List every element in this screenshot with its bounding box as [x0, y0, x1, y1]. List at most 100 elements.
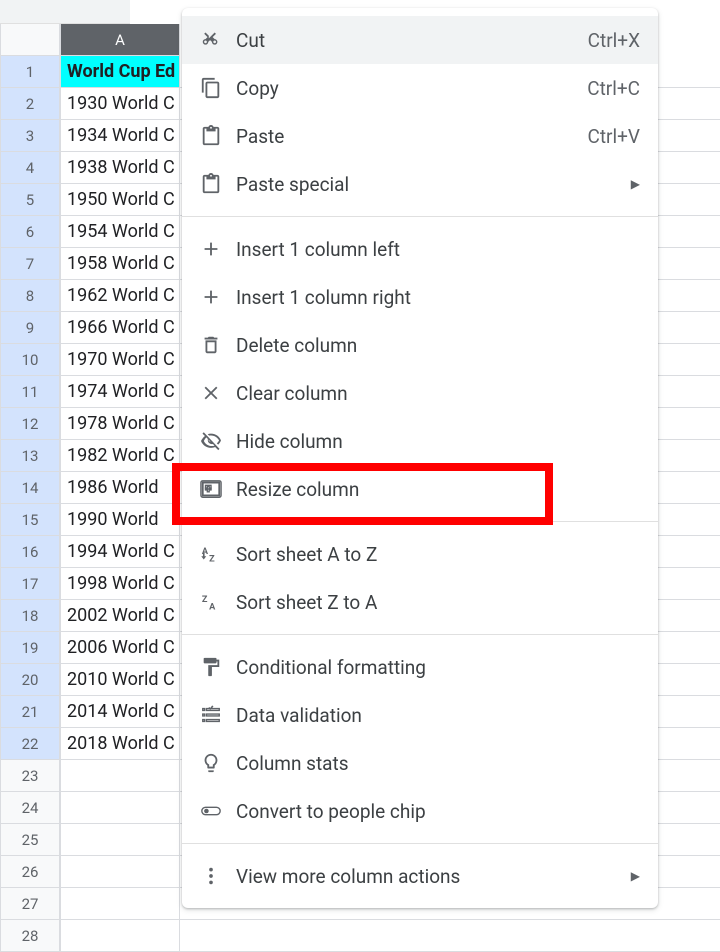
row-header[interactable]: 17 — [0, 568, 60, 600]
svg-text:Z: Z — [209, 554, 215, 564]
x-icon — [200, 381, 236, 405]
cell[interactable]: 1998 World C — [60, 568, 180, 600]
row-header[interactable]: 20 — [0, 664, 60, 696]
cell[interactable]: 1954 World C — [60, 216, 180, 248]
menu-label: Resize column — [236, 478, 640, 501]
row-header[interactable]: 19 — [0, 632, 60, 664]
cell[interactable] — [60, 824, 180, 856]
context-menu: Cut Ctrl+X Copy Ctrl+C Paste Ctrl+V Past… — [182, 8, 658, 908]
row-header[interactable]: 27 — [0, 888, 60, 920]
menu-label: Paste special — [236, 173, 631, 196]
row-header[interactable]: 11 — [0, 376, 60, 408]
cell[interactable]: 1974 World C — [60, 376, 180, 408]
row-header[interactable]: 22 — [0, 728, 60, 760]
cell[interactable]: 1934 World C — [60, 120, 180, 152]
menu-label: Clear column — [236, 382, 640, 405]
menu-paste[interactable]: Paste Ctrl+V — [182, 112, 658, 160]
cell[interactable]: 1962 World C — [60, 280, 180, 312]
menu-paste-special[interactable]: Paste special ▶ — [182, 160, 658, 208]
row-header[interactable]: 2 — [0, 88, 60, 120]
select-all-corner[interactable] — [0, 24, 60, 56]
menu-label: Sort sheet A to Z — [236, 543, 640, 566]
menu-clear-col[interactable]: Clear column — [182, 369, 658, 417]
menu-data-validation[interactable]: Data validation — [182, 691, 658, 739]
row-header[interactable]: 15 — [0, 504, 60, 536]
menu-copy[interactable]: Copy Ctrl+C — [182, 64, 658, 112]
cell[interactable]: 2014 World C — [60, 696, 180, 728]
row-header[interactable]: 7 — [0, 248, 60, 280]
separator — [182, 634, 658, 635]
cell[interactable] — [60, 760, 180, 792]
row-header[interactable]: 5 — [0, 184, 60, 216]
cell[interactable]: 1950 World C — [60, 184, 180, 216]
row-header[interactable]: 25 — [0, 824, 60, 856]
menu-label: Insert 1 column left — [236, 238, 640, 261]
menu-resize-col[interactable]: Resize column — [182, 465, 658, 513]
menu-label: Conditional formatting — [236, 656, 640, 679]
menu-label: Sort sheet Z to A — [236, 591, 640, 614]
row-header[interactable]: 9 — [0, 312, 60, 344]
row-header[interactable]: 10 — [0, 344, 60, 376]
menu-sort-za[interactable]: ZA Sort sheet Z to A — [182, 578, 658, 626]
cell[interactable]: 1978 World C — [60, 408, 180, 440]
menu-more-column-actions[interactable]: View more column actions ▶ — [182, 852, 658, 900]
cell[interactable] — [60, 856, 180, 888]
paste-special-icon — [200, 172, 236, 196]
menu-delete-col[interactable]: Delete column — [182, 321, 658, 369]
menu-convert-people-chip[interactable]: Convert to people chip — [182, 787, 658, 835]
menu-label: Cut — [236, 29, 588, 52]
cell[interactable]: 2018 World C — [60, 728, 180, 760]
cell[interactable]: 2006 World C — [60, 632, 180, 664]
menu-hide-col[interactable]: Hide column — [182, 417, 658, 465]
row-header[interactable]: 1 — [0, 56, 60, 88]
row-header[interactable]: 13 — [0, 440, 60, 472]
cell[interactable]: 1930 World C — [60, 88, 180, 120]
shortcut: Ctrl+C — [587, 77, 640, 100]
cell[interactable]: 1970 World C — [60, 344, 180, 376]
menu-conditional-formatting[interactable]: Conditional formatting — [182, 643, 658, 691]
cell[interactable]: 1986 World — [60, 472, 180, 504]
row-header[interactable]: 4 — [0, 152, 60, 184]
row-header[interactable]: 28 — [0, 920, 60, 952]
column-header-a[interactable]: A — [60, 24, 180, 56]
empty-cells[interactable] — [180, 920, 720, 952]
row-header[interactable]: 12 — [0, 408, 60, 440]
menu-cut[interactable]: Cut Ctrl+X — [182, 16, 658, 64]
cell[interactable] — [60, 888, 180, 920]
cell[interactable]: 2010 World C — [60, 664, 180, 696]
menu-column-stats[interactable]: Column stats — [182, 739, 658, 787]
menu-label: Convert to people chip — [236, 800, 640, 823]
submenu-arrow-icon: ▶ — [631, 869, 640, 883]
row-header[interactable]: 14 — [0, 472, 60, 504]
row-header[interactable]: 18 — [0, 600, 60, 632]
cell[interactable]: 1994 World C — [60, 536, 180, 568]
separator — [182, 216, 658, 217]
cell[interactable]: 1990 World — [60, 504, 180, 536]
paint-roller-icon — [200, 655, 236, 679]
menu-label: View more column actions — [236, 865, 631, 888]
row-header[interactable]: 24 — [0, 792, 60, 824]
cell[interactable]: World Cup Ed — [60, 56, 180, 88]
cell[interactable] — [60, 792, 180, 824]
menu-insert-col-left[interactable]: Insert 1 column left — [182, 225, 658, 273]
row-header[interactable]: 6 — [0, 216, 60, 248]
row-header[interactable]: 8 — [0, 280, 60, 312]
cell[interactable]: 1938 World C — [60, 152, 180, 184]
cell[interactable]: 1966 World C — [60, 312, 180, 344]
menu-insert-col-right[interactable]: Insert 1 column right — [182, 273, 658, 321]
lightbulb-icon — [200, 751, 236, 775]
separator — [182, 521, 658, 522]
cell[interactable]: 1958 World C — [60, 248, 180, 280]
menu-sort-az[interactable]: AZ Sort sheet A to Z — [182, 530, 658, 578]
menu-label: Paste — [236, 125, 587, 148]
row-header[interactable]: 26 — [0, 856, 60, 888]
sort-az-icon: AZ — [200, 542, 236, 566]
cell[interactable] — [60, 920, 180, 952]
more-vert-icon — [200, 864, 236, 888]
cell[interactable]: 1982 World C — [60, 440, 180, 472]
row-header[interactable]: 3 — [0, 120, 60, 152]
row-header[interactable]: 21 — [0, 696, 60, 728]
row-header[interactable]: 16 — [0, 536, 60, 568]
row-header[interactable]: 23 — [0, 760, 60, 792]
cell[interactable]: 2002 World C — [60, 600, 180, 632]
